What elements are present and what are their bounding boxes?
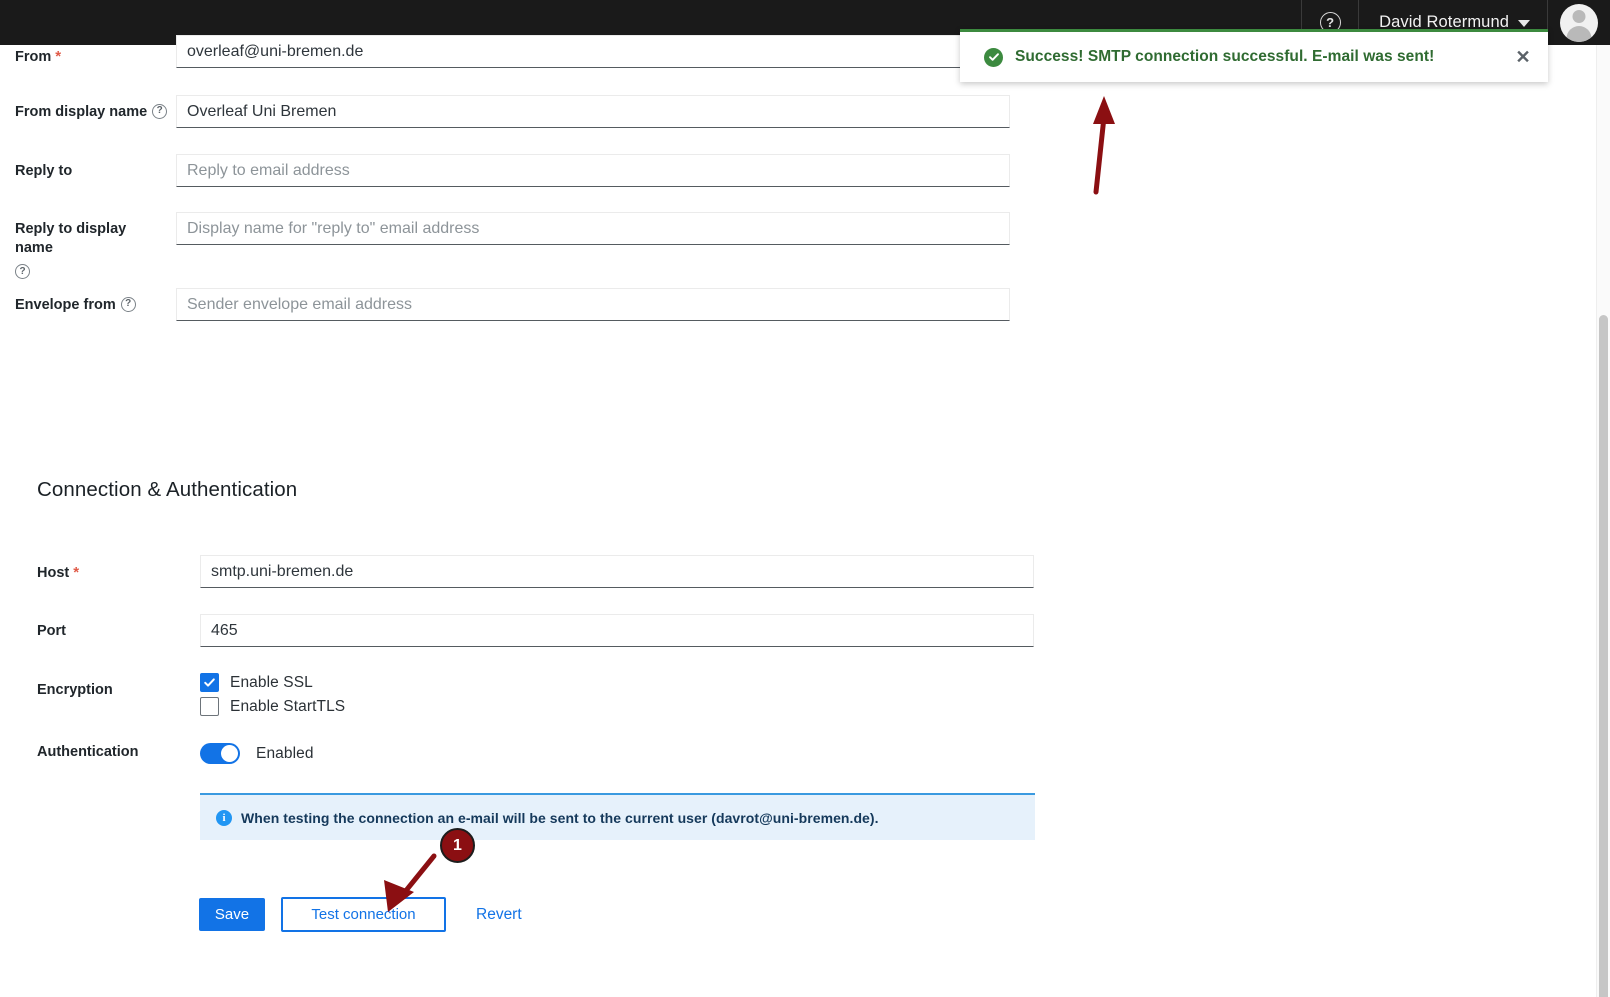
close-icon[interactable]: ✕: [1498, 31, 1548, 84]
checkbox-enable-ssl[interactable]: Enable SSL: [200, 673, 313, 692]
field-label-reply-to: Reply to: [15, 163, 73, 179]
scrollbar-track[interactable]: [1596, 45, 1610, 997]
required-marker: *: [73, 564, 80, 581]
avatar-button[interactable]: [1548, 0, 1610, 45]
app-root: ? David Rotermund Success! SMTP connecti…: [0, 0, 1610, 997]
help-icon[interactable]: ?: [120, 296, 136, 312]
test-connection-button[interactable]: Test connection: [281, 897, 446, 932]
field-label-authentication: Authentication: [37, 744, 139, 760]
checkbox-label-enable-ssl: Enable SSL: [230, 673, 313, 691]
checkbox-checked-icon: [200, 673, 219, 692]
section-title-connection: Connection & Authentication: [37, 478, 298, 501]
checkbox-label-enable-starttls: Enable StartTLS: [230, 697, 346, 715]
help-icon[interactable]: ?: [15, 264, 30, 279]
avatar-head: [1572, 9, 1586, 23]
revert-button[interactable]: Revert: [476, 898, 522, 931]
host-input[interactable]: smtp.uni-bremen.de: [200, 555, 1034, 588]
field-label-host: Host *: [37, 564, 80, 581]
reply-to-placeholder: Reply to email address: [187, 161, 350, 179]
envelope-from-input[interactable]: Sender envelope email address: [176, 288, 1010, 321]
check-circle-icon: [984, 47, 1003, 67]
save-button[interactable]: Save: [199, 898, 265, 931]
help-icon[interactable]: ?: [152, 103, 168, 119]
info-circle-icon: i: [216, 809, 232, 826]
field-label-from: From *: [15, 48, 62, 65]
success-alert: Success! SMTP connection successful. E-m…: [960, 29, 1548, 82]
reply-to-display-name-input[interactable]: Display name for "reply to" email addres…: [176, 212, 1010, 245]
avatar-body: [1566, 25, 1592, 42]
checkbox-unchecked-icon: [200, 697, 219, 716]
from-input[interactable]: overleaf@uni-bremen.de: [176, 35, 1040, 68]
field-label-envelope-from: Envelope from?: [15, 296, 175, 315]
info-banner: i When testing the connection an e-mail …: [200, 793, 1035, 840]
field-label-encryption: Encryption: [37, 682, 113, 698]
field-label-reply-to-display-name: Reply to display name ?: [15, 220, 165, 280]
toggle-state-label: Enabled: [256, 744, 314, 762]
from-display-name-input[interactable]: Overleaf Uni Bremen: [176, 95, 1010, 128]
port-input[interactable]: 465: [200, 614, 1034, 647]
host-input-value: smtp.uni-bremen.de: [211, 562, 354, 580]
chevron-down-icon: [1518, 20, 1530, 27]
field-label-from-display-name: From display name?: [15, 103, 175, 122]
port-input-value: 465: [211, 621, 238, 639]
toggle-switch-on-icon: [200, 743, 240, 764]
from-display-name-value: Overleaf Uni Bremen: [187, 102, 337, 120]
field-label-port: Port: [37, 623, 66, 639]
required-marker: *: [55, 48, 62, 65]
scrollbar-thumb[interactable]: [1599, 315, 1608, 997]
step-badge-1: 1: [440, 828, 475, 863]
checkbox-enable-starttls[interactable]: Enable StartTLS: [200, 697, 345, 716]
envelope-from-placeholder: Sender envelope email address: [187, 295, 413, 313]
reply-to-input[interactable]: Reply to email address: [176, 154, 1010, 187]
info-banner-text: When testing the connection an e-mail wi…: [241, 809, 879, 826]
reply-to-display-name-placeholder: Display name for "reply to" email addres…: [187, 219, 480, 237]
authentication-toggle[interactable]: Enabled: [200, 743, 314, 764]
alert-message: Success! SMTP connection successful. E-m…: [1015, 48, 1435, 65]
toggle-knob: [221, 745, 238, 762]
user-avatar: [1560, 3, 1598, 42]
from-input-value: overleaf@uni-bremen.de: [187, 42, 364, 60]
